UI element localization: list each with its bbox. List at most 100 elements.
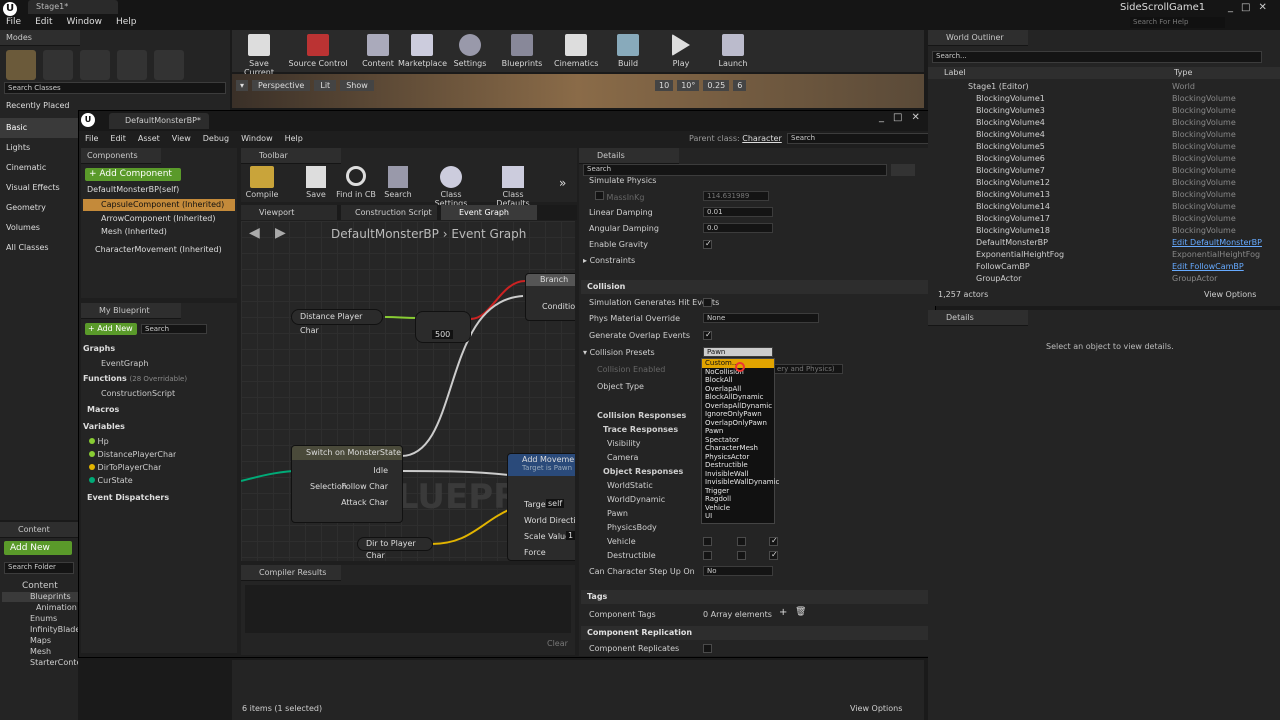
bp-menu-help[interactable]: Help [285, 134, 303, 143]
paint-mode-icon[interactable] [43, 50, 73, 80]
my-blueprint-search[interactable]: Search [141, 324, 207, 334]
node-switch-monsterstate[interactable]: Switch on MonsterState Idle Selection Fo… [291, 445, 403, 523]
add-movement-direction[interactable]: World Direction [524, 516, 575, 525]
preset-option-overlapall[interactable]: OverlapAll [702, 385, 774, 394]
class-settings-button[interactable]: Class Settings [423, 166, 479, 208]
bp-asset-tab[interactable]: DefaultMonsterBP* [109, 113, 209, 129]
close-icon[interactable]: ✕ [1258, 2, 1266, 13]
category-vfx[interactable]: Visual Effects [0, 178, 80, 198]
bp-menu-view[interactable]: View [172, 134, 191, 143]
camera-speed-value[interactable]: 6 [733, 80, 747, 91]
folder-blueprints[interactable]: Blueprints [2, 592, 78, 602]
mass-value[interactable]: 114.631989 [703, 191, 769, 201]
settings-button[interactable]: Settings [452, 34, 488, 68]
category-geometry[interactable]: Geometry [0, 198, 80, 218]
landscape-mode-icon[interactable] [80, 50, 110, 80]
outliner-row[interactable]: BlockingVolume1 BlockingVolume [928, 93, 1268, 105]
variables-section[interactable]: Variables [83, 421, 125, 433]
add-movement-scale-value[interactable]: 1 [566, 531, 575, 540]
category-all[interactable]: All Classes [0, 238, 80, 258]
compile-button[interactable]: Compile [245, 166, 279, 199]
class-search-input[interactable]: Search Classes [4, 82, 226, 94]
mass-checkbox[interactable] [595, 191, 604, 200]
outliner-row[interactable]: BlockingVolume7 BlockingVolume [928, 165, 1268, 177]
folder-maps[interactable]: Maps [2, 635, 78, 646]
sim-hit-events-checkbox[interactable] [703, 298, 712, 307]
outliner-row[interactable]: BlockingVolume18 BlockingVolume [928, 225, 1268, 237]
vehicle-overlap-checkbox[interactable] [737, 537, 746, 546]
enable-gravity-checkbox[interactable] [703, 240, 712, 249]
outliner-row[interactable]: GroupActor GroupActor [928, 273, 1268, 285]
menu-window[interactable]: Window [67, 17, 103, 27]
preset-option-blockalldynamic[interactable]: BlockAllDynamic [702, 393, 774, 402]
variable-dir[interactable]: DirToPlayerChar [89, 462, 161, 474]
outliner-row[interactable]: BlockingVolume13 BlockingVolume [928, 189, 1268, 201]
add-movement-force[interactable]: Force [524, 548, 546, 557]
switch-follow-pin[interactable]: Follow Char [342, 482, 388, 491]
content-view-options[interactable]: View Options [850, 704, 902, 713]
help-search-input[interactable]: Search For Help [1130, 17, 1225, 28]
preset-option-ui[interactable]: UI [702, 512, 774, 521]
outliner-row[interactable]: Stage1 (Editor) World [928, 81, 1268, 93]
phys-material-dropdown[interactable]: None [703, 313, 819, 323]
folder-animation[interactable]: Animation [2, 602, 78, 613]
switch-idle-pin[interactable]: Idle [373, 466, 388, 475]
compiler-results-tab[interactable]: Compiler Results [241, 565, 341, 581]
destructible-ignore-checkbox[interactable] [703, 551, 712, 560]
build-button[interactable]: Build [612, 34, 644, 68]
preset-option-trigger[interactable]: Trigger [702, 487, 774, 496]
event-dispatchers-section[interactable]: Event Dispatchers [87, 492, 169, 504]
tab-viewport[interactable]: Viewport [241, 205, 337, 220]
category-cinematic[interactable]: Cinematic [0, 158, 80, 178]
bp-menu-asset[interactable]: Asset [138, 134, 160, 143]
bp-maximize-icon[interactable]: □ [893, 112, 902, 123]
node-add-movement[interactable]: Add MovementTarget is Pawn Target self W… [507, 453, 575, 561]
add-movement-scale[interactable]: Scale Value [524, 532, 570, 541]
outliner-row[interactable]: BlockingVolume17 BlockingVolume [928, 213, 1268, 225]
lit-button[interactable]: Lit [314, 80, 337, 91]
outliner-row[interactable]: ExponentialHeightFog ExponentialHeightFog [928, 249, 1268, 261]
step-up-dropdown[interactable]: No [703, 566, 773, 576]
marketplace-button[interactable]: Marketplace [398, 34, 447, 68]
component-replicates-checkbox[interactable] [703, 644, 712, 653]
outliner-search-input[interactable]: Search... [932, 51, 1262, 63]
collision-section[interactable]: Collision [581, 280, 933, 294]
content-browser-tab[interactable]: Content Browse [0, 522, 78, 550]
outliner-row[interactable]: BlockingVolume3 BlockingVolume [928, 105, 1268, 117]
find-in-cb-button[interactable]: Find in CB [335, 166, 377, 199]
class-defaults-button[interactable]: Class Defaults [485, 166, 541, 208]
show-button[interactable]: Show [340, 80, 374, 91]
variable-hp[interactable]: Hp [89, 436, 109, 448]
modes-tab[interactable]: Modes [0, 30, 80, 46]
level-details-tab[interactable]: Details [928, 310, 1028, 326]
preset-option-ragdoll[interactable]: Ragdoll [702, 495, 774, 504]
preset-option-physicsactor[interactable]: PhysicsActor [702, 453, 774, 462]
preset-option-invisiblewall[interactable]: InvisibleWall [702, 470, 774, 479]
vehicle-ignore-checkbox[interactable] [703, 537, 712, 546]
folder-mesh[interactable]: Mesh [2, 646, 78, 657]
world-outliner-tab[interactable]: World Outliner [928, 30, 1028, 46]
preset-option-ignoreonlypawn[interactable]: IgnoreOnlyPawn [702, 410, 774, 419]
folder-infinityblade[interactable]: InfinityBlade [2, 624, 78, 635]
components-tab[interactable]: Components [81, 148, 161, 164]
bp-search-button[interactable]: Search [381, 166, 415, 199]
bp-minimize-icon[interactable]: _ [879, 112, 884, 123]
outliner-row[interactable]: BlockingVolume6 BlockingVolume [928, 153, 1268, 165]
node-branch[interactable]: Branch Condition [525, 273, 575, 321]
collision-enabled-dropdown[interactable]: ery and Physics) [773, 364, 843, 374]
destructible-overlap-checkbox[interactable] [737, 551, 746, 560]
cinematics-button[interactable]: Cinematics [554, 34, 598, 68]
details-tab[interactable]: Details [579, 148, 679, 164]
tags-section[interactable]: Tags [581, 590, 933, 604]
category-basic[interactable]: Basic [0, 118, 80, 138]
node-distance-player-char[interactable]: Distance Player Char [291, 309, 383, 335]
play-button[interactable]: Play [666, 34, 696, 68]
content-button[interactable]: Content [358, 34, 398, 68]
functions-section[interactable]: Functions (28 Overridable) [83, 373, 187, 385]
variable-curstate[interactable]: CurState [89, 475, 133, 487]
replication-section[interactable]: Component Replication [581, 626, 933, 640]
source-control-button[interactable]: Source Control [288, 34, 348, 68]
clear-button[interactable]: Clear [547, 639, 568, 648]
bp-help-search[interactable]: Search [787, 133, 935, 144]
folder-enums[interactable]: Enums [2, 613, 78, 624]
